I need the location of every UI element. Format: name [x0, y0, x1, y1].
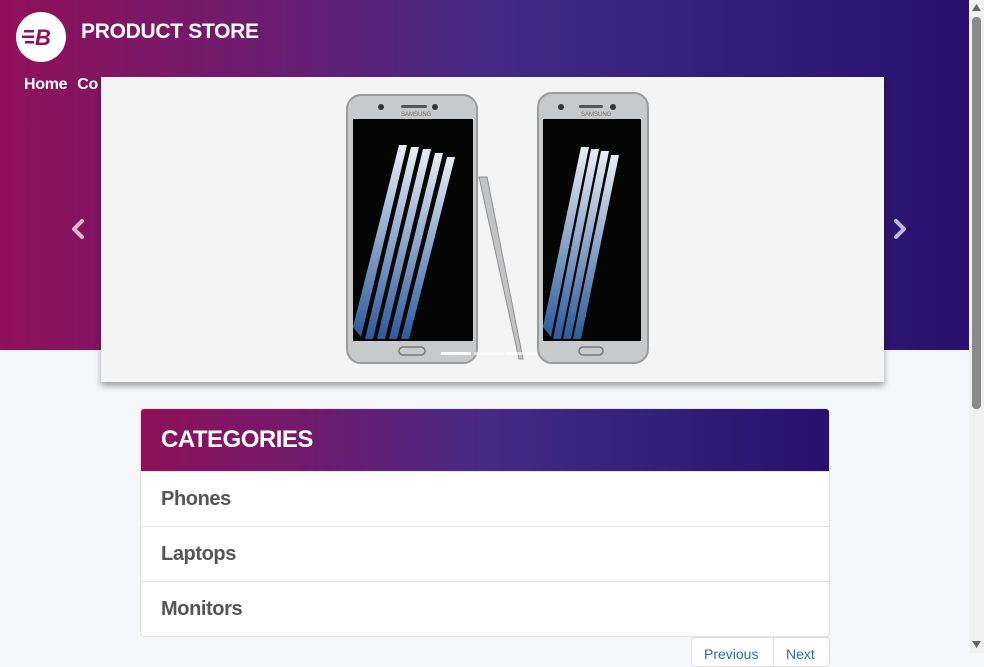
- brand-title[interactable]: PRODUCT STORE: [81, 20, 259, 44]
- page-scrollbar[interactable]: [969, 0, 984, 653]
- scroll-up-icon[interactable]: [972, 3, 981, 12]
- carousel-indicator[interactable]: [507, 352, 537, 355]
- next-button[interactable]: Next: [774, 637, 830, 667]
- category-item-phones[interactable]: Phones: [141, 471, 829, 526]
- svg-text:B: B: [35, 25, 51, 50]
- categories-panel: CATEGORIES Phones Laptops Monitors: [140, 408, 830, 637]
- svg-text:SAMSUNG: SAMSUNG: [401, 112, 432, 118]
- svg-text:SAMSUNG: SAMSUNG: [581, 112, 612, 118]
- store-logo[interactable]: B: [16, 12, 66, 62]
- carousel-slide-image: SAMSUNG SAMSUNG: [346, 92, 649, 364]
- main-nav: Home Co: [24, 76, 98, 94]
- chevron-right-icon[interactable]: [890, 216, 910, 242]
- category-item-laptops[interactable]: Laptops: [141, 526, 829, 581]
- pagination: Previous Next: [691, 637, 830, 667]
- scrollbar-thumb[interactable]: [972, 17, 981, 409]
- scroll-down-icon[interactable]: [972, 640, 981, 649]
- carousel-indicators: [441, 352, 537, 355]
- categories-header: CATEGORIES: [141, 409, 829, 471]
- chevron-left-icon[interactable]: [68, 216, 88, 242]
- carousel-indicator[interactable]: [441, 352, 471, 355]
- previous-button[interactable]: Previous: [691, 637, 774, 667]
- logo-icon: B: [22, 25, 51, 50]
- nav-item-home[interactable]: Home: [24, 76, 68, 94]
- carousel-indicator[interactable]: [474, 352, 504, 355]
- product-carousel: SAMSUNG SAMSUNG: [101, 77, 884, 382]
- category-item-monitors[interactable]: Monitors: [141, 581, 829, 636]
- nav-item-contact[interactable]: Co: [77, 76, 98, 94]
- categories-title: CATEGORIES: [161, 426, 313, 453]
